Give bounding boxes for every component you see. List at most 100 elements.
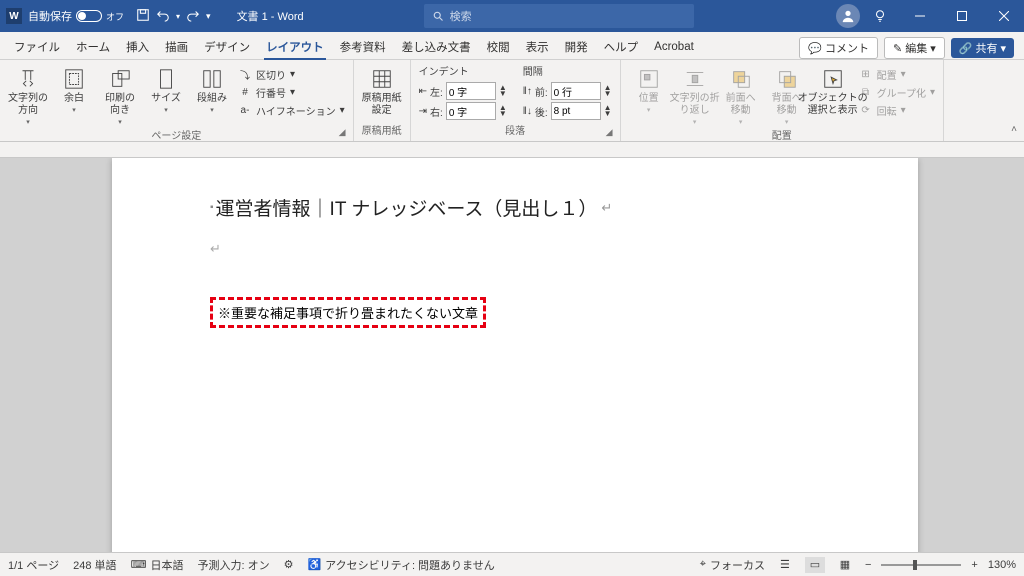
- page[interactable]: ▪ 運営者情報｜IT ナレッジベース（見出し１） ↵ ↵ ※重要な補足事項で折り…: [112, 158, 918, 552]
- genkou-icon: [370, 67, 394, 91]
- tab-home[interactable]: ホーム: [68, 35, 118, 59]
- columns-button[interactable]: 段組み ▾: [192, 63, 232, 115]
- autosave-label: 自動保存: [28, 8, 72, 24]
- indent-label: インデント: [419, 63, 507, 78]
- highlighted-text[interactable]: ※重要な補足事項で折り畳まれたくない文章: [210, 297, 486, 328]
- zoom-slider[interactable]: [881, 564, 961, 566]
- tab-references[interactable]: 参考資料: [332, 35, 394, 59]
- orientation-icon: [108, 67, 132, 91]
- spinner-icon[interactable]: ▲▼: [499, 85, 507, 98]
- titlebar-left: W 自動保存 オフ ▾ ▾ 文書 1 - Word: [0, 8, 304, 25]
- status-lang[interactable]: ⌨ 日本語: [131, 557, 184, 573]
- group-page-setup: 文字列の 方向 ▾ 余白 ▾ 印刷の 向き ▾ サイズ ▾ 段組み ▾: [0, 60, 354, 141]
- hyphenation-button[interactable]: a-ハイフネーション ▾: [238, 103, 345, 118]
- qat-customize-icon[interactable]: ▾: [206, 11, 211, 22]
- spacing-before-input[interactable]: [551, 82, 601, 100]
- spinner-icon[interactable]: ▲▼: [604, 105, 612, 118]
- doc-heading[interactable]: ▪ 運営者情報｜IT ナレッジベース（見出し１） ↵: [210, 194, 820, 221]
- view-read-icon[interactable]: ☰: [775, 557, 795, 573]
- page-setup-launcher-icon[interactable]: ◢: [339, 127, 351, 139]
- view-print-icon[interactable]: ▭: [805, 557, 825, 573]
- status-predict[interactable]: 予測入力: オン: [197, 557, 269, 573]
- word-app-icon: W: [6, 8, 22, 24]
- group-button[interactable]: ⧉グループ化 ▾: [859, 85, 935, 100]
- forward-button[interactable]: 前面へ 移動 ▾: [721, 63, 761, 127]
- size-icon: [154, 67, 178, 91]
- toggle-icon[interactable]: [76, 10, 102, 22]
- spacing-label: 間隔: [523, 63, 612, 78]
- group-arrange: 位置 ▾ 文字列の折 り返し ▾ 前面へ 移動 ▾ 背面へ 移動 ▾ オブジェク…: [621, 60, 944, 141]
- zoom-thumb[interactable]: [913, 560, 917, 570]
- ruler[interactable]: [0, 142, 1024, 158]
- margin-button[interactable]: 余白 ▾: [54, 63, 94, 115]
- share-button[interactable]: 🔗 共有 ▾: [951, 38, 1014, 58]
- zoom-out-icon[interactable]: −: [865, 559, 871, 571]
- line-numbers-icon: #: [238, 86, 252, 100]
- accessibility-icon: ♿: [307, 558, 321, 571]
- paragraph-launcher-icon[interactable]: ◢: [606, 127, 618, 139]
- user-avatar[interactable]: [836, 4, 860, 28]
- align-button[interactable]: ⊞配置 ▾: [859, 67, 935, 82]
- empty-paragraph[interactable]: ↵: [210, 241, 820, 257]
- minimize-button[interactable]: [900, 0, 940, 32]
- close-button[interactable]: [984, 0, 1024, 32]
- undo-icon[interactable]: [156, 8, 170, 25]
- orientation-button[interactable]: 印刷の 向き ▾: [100, 63, 140, 127]
- tab-help[interactable]: ヘルプ: [596, 35, 647, 59]
- tab-acrobat[interactable]: Acrobat: [646, 35, 702, 59]
- genkou-label: 原稿用紙: [362, 122, 402, 139]
- focus-icon: ⌖: [700, 558, 706, 571]
- undo-dropdown-icon[interactable]: ▾: [176, 12, 180, 21]
- tab-file[interactable]: ファイル: [6, 35, 68, 59]
- document-area[interactable]: ▪ 運営者情報｜IT ナレッジベース（見出し１） ↵ ↵ ※重要な補足事項で折り…: [0, 158, 1024, 552]
- lightbulb-icon[interactable]: [868, 0, 892, 32]
- save-icon[interactable]: [136, 8, 150, 25]
- backward-button[interactable]: 背面へ 移動 ▾: [767, 63, 807, 127]
- tab-design[interactable]: デザイン: [196, 35, 258, 59]
- zoom-in-icon[interactable]: +: [971, 559, 977, 571]
- status-page[interactable]: 1/1 ページ: [8, 557, 59, 573]
- edit-button[interactable]: ✎ 編集 ▾: [884, 37, 945, 59]
- status-display-settings-icon[interactable]: ⚙: [284, 558, 294, 571]
- titlebar-right: [836, 0, 1024, 32]
- spinner-icon[interactable]: ▲▼: [499, 105, 507, 118]
- send-backward-icon: [775, 67, 799, 91]
- tab-draw[interactable]: 描画: [157, 35, 196, 59]
- genkou-button[interactable]: 原稿用紙 設定: [362, 63, 402, 117]
- indent-right-icon: ⇥: [419, 106, 427, 117]
- indent-right-input[interactable]: [446, 102, 496, 120]
- spacing-after-input[interactable]: [551, 102, 601, 120]
- text-direction-button[interactable]: 文字列の 方向 ▾: [8, 63, 48, 127]
- selection-pane-button[interactable]: オブジェクトの 選択と表示: [813, 63, 853, 117]
- wrap-button[interactable]: 文字列の折 り返し ▾: [675, 63, 715, 127]
- tab-review[interactable]: 校閲: [479, 35, 518, 59]
- size-button[interactable]: サイズ ▾: [146, 63, 186, 115]
- redo-icon[interactable]: [186, 8, 200, 25]
- tab-insert[interactable]: 挿入: [118, 35, 157, 59]
- paragraph-mark-icon: ↵: [601, 200, 612, 216]
- tab-mailings[interactable]: 差し込み文書: [394, 35, 479, 59]
- position-button[interactable]: 位置 ▾: [629, 63, 669, 115]
- zoom-value[interactable]: 130%: [988, 559, 1016, 571]
- tab-developer[interactable]: 開発: [557, 35, 596, 59]
- view-web-icon[interactable]: ▦: [835, 557, 855, 573]
- tab-view[interactable]: 表示: [518, 35, 557, 59]
- rotate-button[interactable]: ⟳回転 ▾: [859, 103, 935, 118]
- status-accessibility[interactable]: ♿ アクセシビリティ: 問題ありません: [307, 557, 494, 573]
- indent-left-input[interactable]: [446, 82, 496, 100]
- status-words[interactable]: 248 単語: [73, 557, 116, 573]
- spacing-after-icon: ‖↓: [523, 106, 532, 117]
- autosave-toggle[interactable]: 自動保存 オフ: [28, 8, 124, 24]
- comment-button[interactable]: 💬 コメント: [799, 37, 878, 59]
- line-numbers-button[interactable]: #行番号 ▾: [238, 85, 345, 100]
- status-focus[interactable]: ⌖ フォーカス: [700, 557, 765, 573]
- ribbon-collapse-icon[interactable]: ˄: [1004, 60, 1024, 141]
- spinner-icon[interactable]: ▲▼: [604, 85, 612, 98]
- paragraph-mark-icon: ↵: [210, 241, 221, 256]
- maximize-button[interactable]: [942, 0, 982, 32]
- breaks-button[interactable]: ⤵区切り ▾: [238, 67, 345, 82]
- indent-left-icon: ⇤: [419, 86, 427, 97]
- search-box[interactable]: 検索: [424, 4, 694, 28]
- text-direction-icon: [16, 67, 40, 91]
- tab-layout[interactable]: レイアウト: [258, 35, 332, 59]
